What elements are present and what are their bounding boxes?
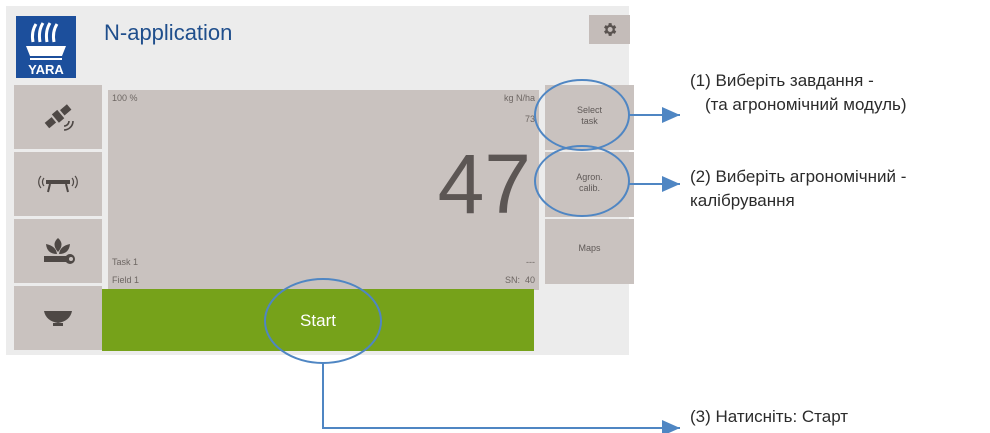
annotation-1: (1) Виберіть завдання - (та агрономічний…: [690, 69, 907, 117]
annotation-3: (3) Натисніть: Старт: [690, 407, 849, 426]
annotation-1-line2: (та агрономічний модуль): [705, 95, 907, 114]
annotation-2-line1: (2) Виберіть агрономічний -: [690, 167, 907, 186]
select-task-highlight: [534, 79, 630, 151]
annotation-2-line2: калібрування: [690, 191, 795, 210]
annotation-2: (2) Виберіть агрономічний - калібрування: [690, 165, 906, 213]
start-highlight: [264, 278, 382, 364]
annotation-1-line1: (1) Виберіть завдання -: [690, 71, 874, 90]
agron-calib-highlight: [534, 145, 630, 217]
arrow-3: [322, 363, 680, 433]
callout-overlay: [264, 79, 680, 433]
